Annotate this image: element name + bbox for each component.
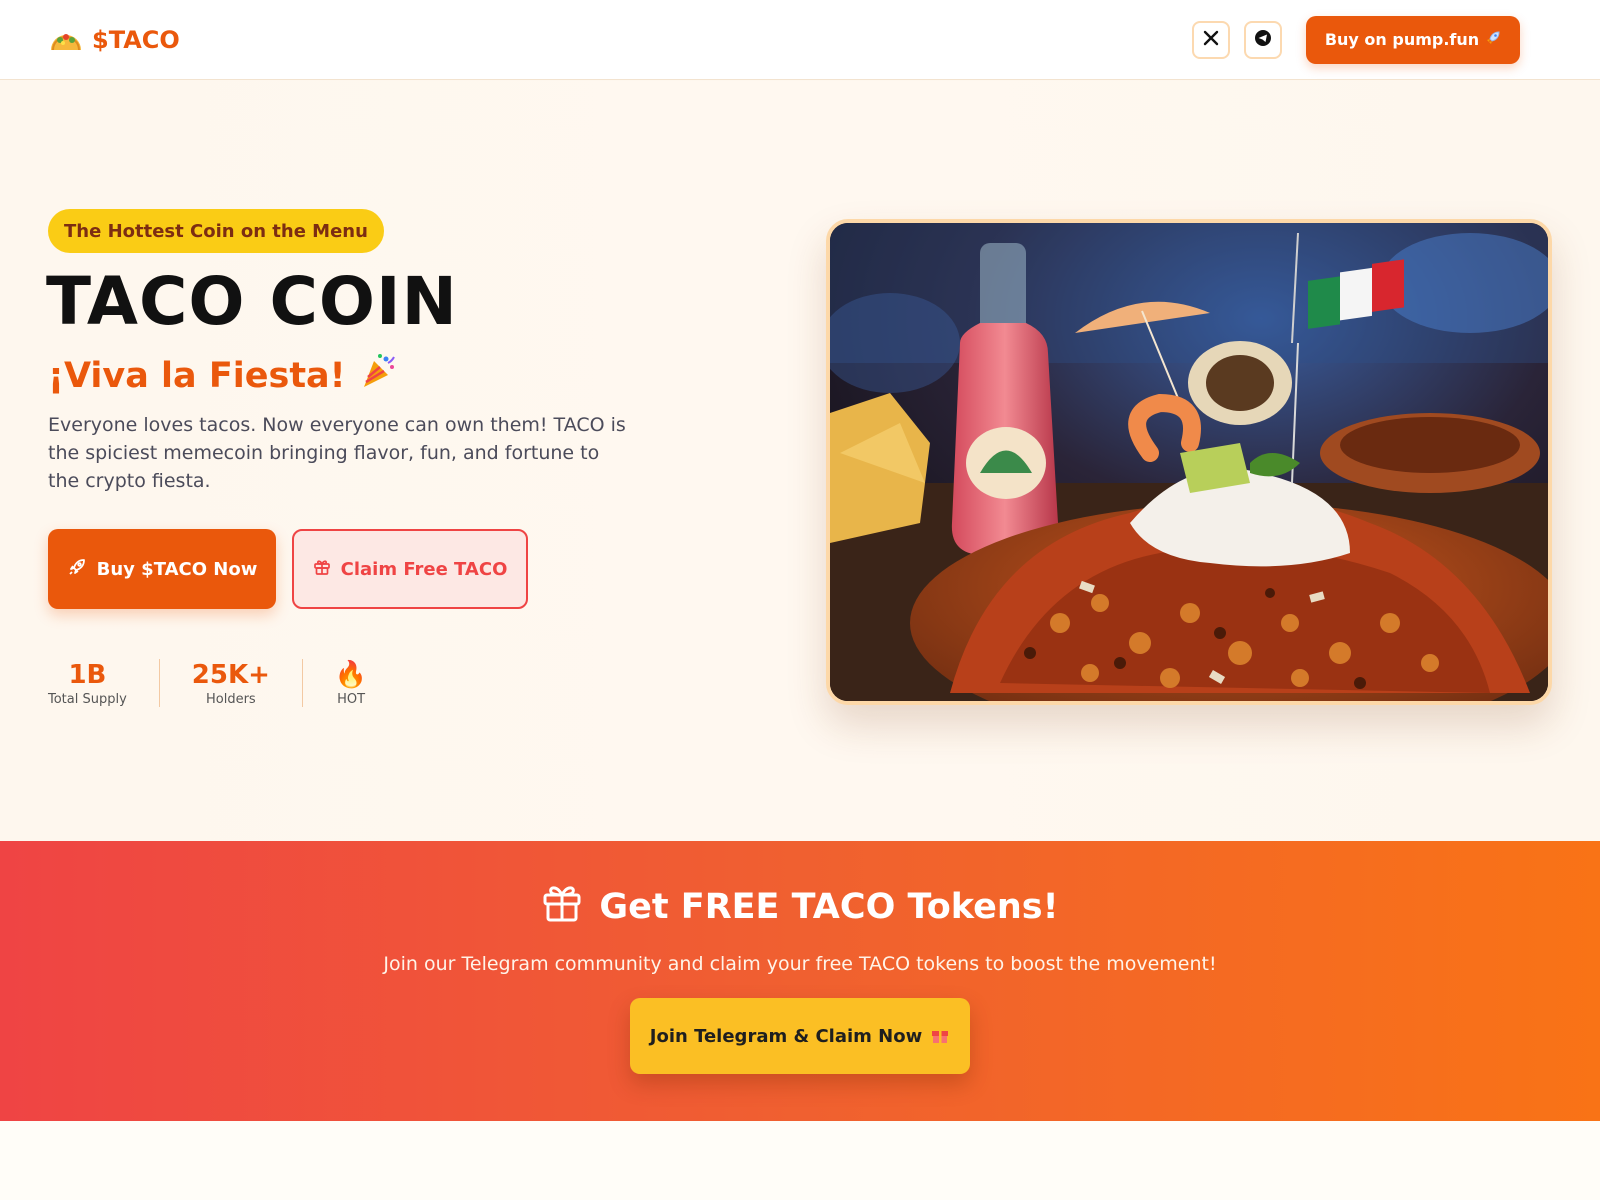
free-tokens-banner: Get FREE TACO Tokens! Join our Telegram … [0, 841, 1600, 1121]
gift-icon [930, 1024, 950, 1049]
page-title: TACO COIN [46, 263, 458, 340]
hero-section: The Hottest Coin on the Menu TACO COIN ¡… [0, 81, 1600, 841]
join-telegram-button[interactable]: Join Telegram & Claim Now [630, 998, 970, 1074]
x-social-button[interactable] [1192, 20, 1230, 59]
header-actions: Buy on pump.fun [1192, 15, 1520, 64]
fire-icon: 🔥 [334, 659, 368, 690]
gift-icon [541, 881, 583, 932]
buy-pumpfun-label: Buy on pump.fun [1324, 30, 1480, 49]
join-telegram-label: Join Telegram & Claim Now [649, 1025, 923, 1047]
site-header: $TACO Buy on pump.fun [0, 0, 1600, 80]
stat-holders: 25K+ Holders [192, 659, 270, 707]
stat-divider [158, 659, 160, 707]
brand-logo[interactable]: $TACO [48, 26, 180, 54]
stat-value: 1B [68, 659, 107, 690]
party-popper-icon [358, 351, 398, 400]
stat-hot: 🔥 HOT [335, 659, 367, 707]
claim-free-taco-label: Claim Free TACO [340, 558, 508, 580]
hero-subtitle-text: ¡Viva la Fiesta! [48, 355, 346, 396]
hero-subtitle: ¡Viva la Fiesta! [48, 351, 398, 400]
buy-taco-button[interactable]: Buy $TACO Now [48, 529, 276, 609]
taco-icon [48, 26, 84, 54]
x-icon [1203, 30, 1219, 50]
next-section [0, 1121, 1600, 1200]
tagline-badge: The Hottest Coin on the Menu [48, 209, 384, 253]
buy-pumpfun-button[interactable]: Buy on pump.fun [1306, 15, 1520, 64]
stat-divider [301, 659, 303, 707]
food-photo [826, 219, 1552, 705]
rocket-icon [1485, 30, 1501, 50]
promo-description: Join our Telegram community and claim yo… [383, 953, 1217, 975]
stat-label: Total Supply [48, 691, 127, 707]
promo-title: Get FREE TACO Tokens! [0, 881, 1600, 932]
gift-icon [313, 558, 331, 581]
stat-total-supply: 1B Total Supply [48, 659, 127, 707]
stat-label: Holders [206, 691, 256, 707]
stats-row: 1B Total Supply 25K+ Holders 🔥 HOT [48, 659, 367, 707]
claim-free-taco-button[interactable]: Claim Free TACO [292, 529, 528, 609]
telegram-icon [1254, 29, 1272, 51]
stat-label: HOT [337, 691, 366, 707]
hero-description: Everyone loves tacos. Now everyone can o… [48, 414, 626, 492]
telegram-social-button[interactable] [1244, 20, 1282, 59]
stat-value: 25K+ [191, 659, 270, 690]
buy-taco-label: Buy $TACO Now [96, 558, 258, 580]
promo-title-text: Get FREE TACO Tokens! [599, 886, 1059, 927]
rocket-icon [67, 557, 87, 582]
brand-name: $TACO [92, 25, 180, 54]
